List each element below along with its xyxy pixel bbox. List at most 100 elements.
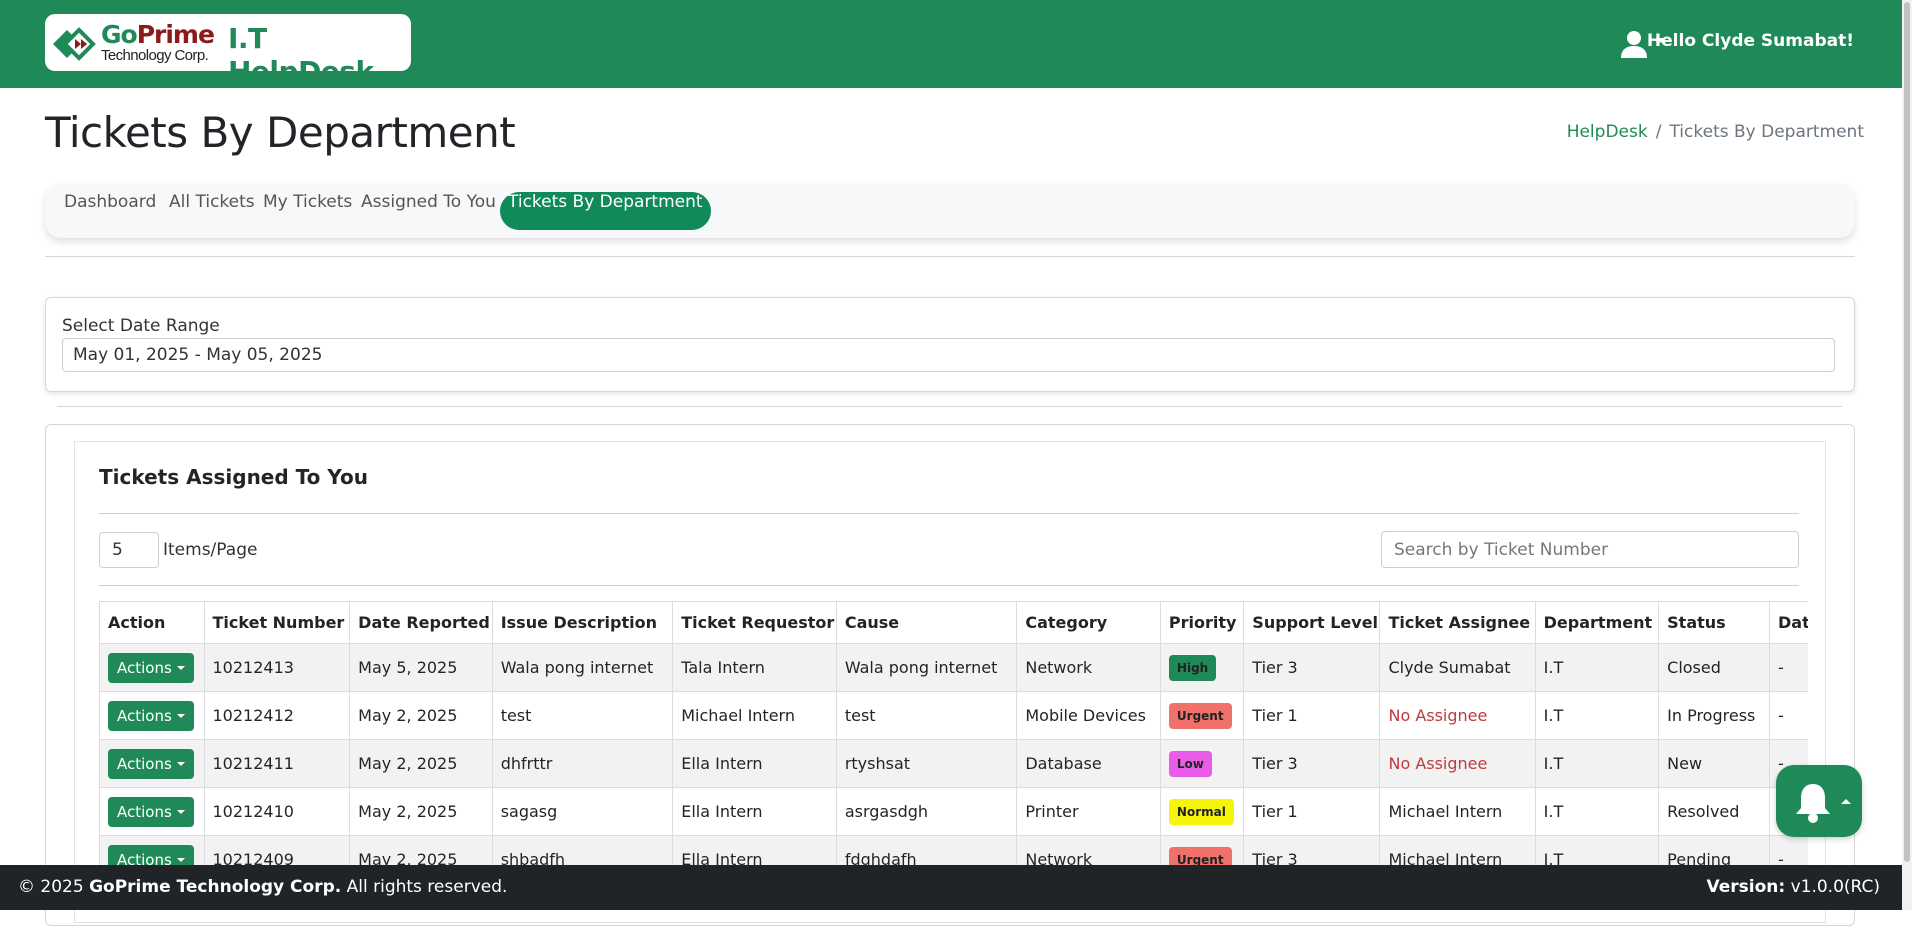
scrollbar-thumb[interactable]: [1904, 2, 1910, 862]
nav-tabs: Dashboard All Tickets My Tickets Assigne…: [45, 184, 1855, 238]
tab-assigned-to-you[interactable]: Assigned To You: [353, 192, 504, 230]
column-header[interactable]: Category: [1016, 601, 1161, 644]
support-level: Tier 3: [1243, 643, 1381, 692]
brand-name: GoPrime: [101, 20, 215, 49]
column-header[interactable]: Ticket Requestor: [672, 601, 837, 644]
column-header[interactable]: Date Reported: [349, 601, 493, 644]
ticket-number[interactable]: 10212412: [203, 691, 351, 740]
column-header[interactable]: Priority: [1159, 601, 1245, 644]
divider: [57, 406, 1842, 407]
column-header[interactable]: Ticket Assignee: [1379, 601, 1536, 644]
ticket-number[interactable]: 10212411: [203, 739, 351, 788]
category: Network: [1016, 835, 1161, 865]
breadcrumb-current: Tickets By Department: [1669, 122, 1864, 142]
caret-up-icon: [1841, 799, 1851, 804]
section-title: Tickets Assigned To You: [99, 465, 368, 489]
column-header[interactable]: Date Resolved: [1768, 601, 1808, 644]
category: Mobile Devices: [1016, 691, 1161, 740]
category: Printer: [1016, 787, 1161, 836]
cause: asrgasdgh: [835, 787, 1018, 836]
department: I.T: [1534, 739, 1660, 788]
priority-cell: Urgent: [1159, 835, 1245, 865]
brand-subtitle: Technology Corp.: [101, 47, 209, 64]
actions-dropdown-button[interactable]: Actions: [108, 652, 194, 683]
date-range-card: Select Date Range May 01, 2025 - May 05,…: [45, 297, 1855, 392]
ticket-number[interactable]: 10212409: [203, 835, 351, 865]
caret-down-icon: [176, 713, 185, 718]
actions-dropdown-button[interactable]: Actions: [108, 796, 194, 827]
ticket-assignee: Michael Intern: [1379, 835, 1536, 865]
support-level: Tier 3: [1243, 835, 1381, 865]
date-reported: May 5, 2025: [349, 643, 493, 692]
column-header[interactable]: Action: [99, 601, 205, 644]
ticket-requestor: Ella Intern: [672, 835, 837, 865]
actions-dropdown-button[interactable]: Actions: [108, 700, 194, 731]
date-range-input[interactable]: May 01, 2025 - May 05, 2025: [62, 338, 1835, 372]
bell-icon: [1796, 784, 1830, 823]
ticket-number[interactable]: 10212410: [203, 787, 351, 836]
user-greeting[interactable]: Hello Clyde Sumabat!: [1647, 31, 1854, 51]
department: I.T: [1534, 835, 1660, 865]
status: Resolved: [1658, 787, 1770, 836]
status: New: [1658, 739, 1770, 788]
breadcrumb: HelpDesk / Tickets By Department: [1567, 122, 1864, 142]
ticket-number[interactable]: 10212413: [203, 643, 351, 692]
breadcrumb-helpdesk-link[interactable]: HelpDesk: [1567, 122, 1648, 142]
tab-all-tickets[interactable]: All Tickets: [161, 192, 263, 230]
table-row: Actions 10212412 May 2, 2025 test Michae…: [99, 691, 1808, 740]
status: Closed: [1658, 643, 1770, 692]
support-level: Tier 3: [1243, 739, 1381, 788]
items-per-page-input[interactable]: 5: [99, 532, 159, 568]
column-header[interactable]: Support Level: [1243, 601, 1381, 644]
cause: Wala pong internet: [835, 643, 1018, 692]
priority-badge: Urgent: [1168, 702, 1232, 729]
category: Network: [1016, 643, 1161, 692]
status: In Progress: [1658, 691, 1770, 740]
top-header-bar: GoPrime Technology Corp. I.T HelpDesk He…: [0, 0, 1902, 88]
ticket-search-input[interactable]: [1381, 531, 1799, 568]
ticket-requestor: Michael Intern: [672, 691, 837, 740]
page-scrollbar[interactable]: [1902, 0, 1912, 910]
column-header[interactable]: Issue Description: [491, 601, 674, 644]
goprime-logo-icon: [53, 27, 96, 61]
page-title: Tickets By Department: [45, 108, 516, 157]
cause: fdghdafh: [835, 835, 1018, 865]
items-per-page-label: Items/Page: [163, 540, 258, 560]
priority-cell: Urgent: [1159, 691, 1245, 740]
divider: [99, 585, 1799, 586]
footer-copyright: © 2025 GoPrime Technology Corp. All righ…: [18, 877, 508, 897]
ticket-assignee: Clyde Sumabat: [1379, 643, 1536, 692]
divider: [45, 256, 1855, 257]
tab-my-tickets[interactable]: My Tickets: [255, 192, 360, 230]
table-row: Actions 10212411 May 2, 2025 dhfrttr Ell…: [99, 739, 1808, 788]
priority-cell: High: [1159, 643, 1245, 692]
column-header[interactable]: Status: [1658, 601, 1770, 644]
tickets-table-wrapper[interactable]: Action Ticket Number Date Reported Issue…: [99, 601, 1808, 865]
brand-logo[interactable]: GoPrime Technology Corp. I.T HelpDesk: [45, 14, 411, 88]
date-reported: May 2, 2025: [349, 739, 493, 788]
column-header[interactable]: Ticket Number: [203, 601, 351, 644]
date-resolved: -: [1768, 691, 1808, 740]
issue-description: test: [491, 691, 674, 740]
action-cell: Actions: [99, 739, 205, 788]
tab-tickets-by-department[interactable]: Tickets By Department: [500, 192, 711, 230]
tab-dashboard[interactable]: Dashboard: [56, 192, 164, 230]
notifications-button[interactable]: [1776, 765, 1862, 837]
table-row: Actions 10212413 May 5, 2025 Wala pong i…: [99, 643, 1808, 692]
support-level: Tier 1: [1243, 787, 1381, 836]
date-resolved: -: [1768, 835, 1808, 865]
column-header[interactable]: Department: [1534, 601, 1660, 644]
ticket-assignee: No Assignee: [1379, 739, 1536, 788]
actions-dropdown-button[interactable]: Actions: [108, 844, 194, 865]
priority-cell: Low: [1159, 739, 1245, 788]
user-icon[interactable]: [1620, 30, 1648, 58]
actions-dropdown-button[interactable]: Actions: [108, 748, 194, 779]
priority-badge: Low: [1168, 750, 1212, 777]
priority-cell: Normal: [1159, 787, 1245, 836]
action-cell: Actions: [99, 643, 205, 692]
tickets-table: Action Ticket Number Date Reported Issue…: [99, 601, 1808, 865]
column-header[interactable]: Cause: [835, 601, 1018, 644]
issue-description: sagasg: [491, 787, 674, 836]
caret-down-icon: [176, 857, 185, 862]
action-cell: Actions: [99, 787, 205, 836]
